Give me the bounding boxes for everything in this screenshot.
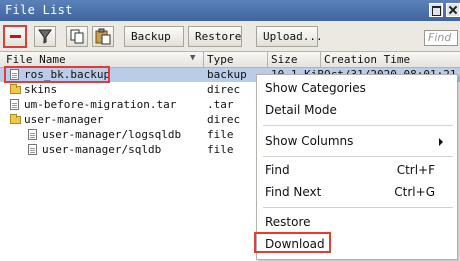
file-name-cell: user-manager/sqldb: [42, 143, 162, 156]
column-header-size[interactable]: Size: [271, 53, 298, 66]
file-name-cell: user-manager/logsqldb: [42, 128, 182, 141]
restore-button[interactable]: Restore: [188, 26, 242, 47]
upload-button[interactable]: Upload...: [256, 26, 323, 47]
column-header-creation-time[interactable]: Creation Time: [324, 53, 410, 66]
type-cell: file: [207, 143, 234, 156]
column-divider[interactable]: [320, 52, 321, 67]
file-icon: [28, 129, 37, 140]
type-cell: file: [207, 128, 234, 141]
filter-icon: [38, 29, 52, 44]
file-name-cell: um-before-migration.tar: [24, 98, 177, 111]
find-input[interactable]: Find: [424, 30, 458, 46]
column-header-type[interactable]: Type: [207, 53, 234, 66]
menu-separator: [263, 125, 453, 126]
close-button[interactable]: [446, 3, 460, 17]
minus-icon: [10, 35, 21, 38]
shortcut-find-next: Ctrl+G: [394, 185, 435, 199]
menu-item-find-next[interactable]: Find Next: [265, 182, 321, 202]
menu-item-restore[interactable]: Restore: [265, 212, 311, 232]
column-divider[interactable]: [203, 52, 204, 67]
menu-item-show-columns[interactable]: Show Columns: [265, 131, 353, 151]
sort-descending-icon: ▼: [190, 53, 196, 63]
paste-icon: [95, 28, 111, 45]
menu-item-show-categories[interactable]: Show Categories: [265, 78, 366, 98]
window-title: File List: [5, 3, 73, 17]
menu-item-detail-mode[interactable]: Detail Mode: [265, 100, 337, 120]
copy-button[interactable]: [66, 26, 88, 47]
folder-icon: [10, 84, 21, 94]
remove-button[interactable]: [3, 25, 27, 48]
highlight-box: [4, 66, 110, 83]
file-icon: [10, 99, 19, 110]
column-divider[interactable]: [267, 52, 268, 67]
shortcut-find: Ctrl+F: [396, 163, 435, 177]
folder-icon: [10, 114, 21, 124]
type-cell: .tar: [207, 98, 234, 111]
column-header-file-name[interactable]: File Name: [6, 53, 66, 66]
backup-button[interactable]: Backup: [124, 26, 184, 47]
submenu-arrow-icon: [439, 138, 443, 146]
toolbar: Backup Restore Upload... Find: [0, 21, 460, 51]
menu-separator: [263, 207, 453, 208]
menu-separator: [263, 156, 453, 157]
filter-button[interactable]: [34, 26, 56, 47]
paste-button[interactable]: [92, 26, 114, 47]
title-bar[interactable]: File List: [0, 0, 460, 21]
file-name-cell: skins: [24, 83, 58, 96]
maximize-button[interactable]: [429, 3, 443, 17]
file-list-window: File List Backup Restore Upload... Find …: [0, 0, 460, 261]
file-icon: [28, 144, 37, 155]
type-cell: direc: [207, 83, 241, 96]
file-name-cell: user-manager: [24, 113, 104, 126]
type-cell: backup: [207, 68, 247, 81]
copy-icon: [70, 29, 84, 44]
type-cell: direc: [207, 113, 241, 126]
highlight-box: [254, 232, 331, 253]
menu-item-find[interactable]: Find: [265, 160, 290, 180]
